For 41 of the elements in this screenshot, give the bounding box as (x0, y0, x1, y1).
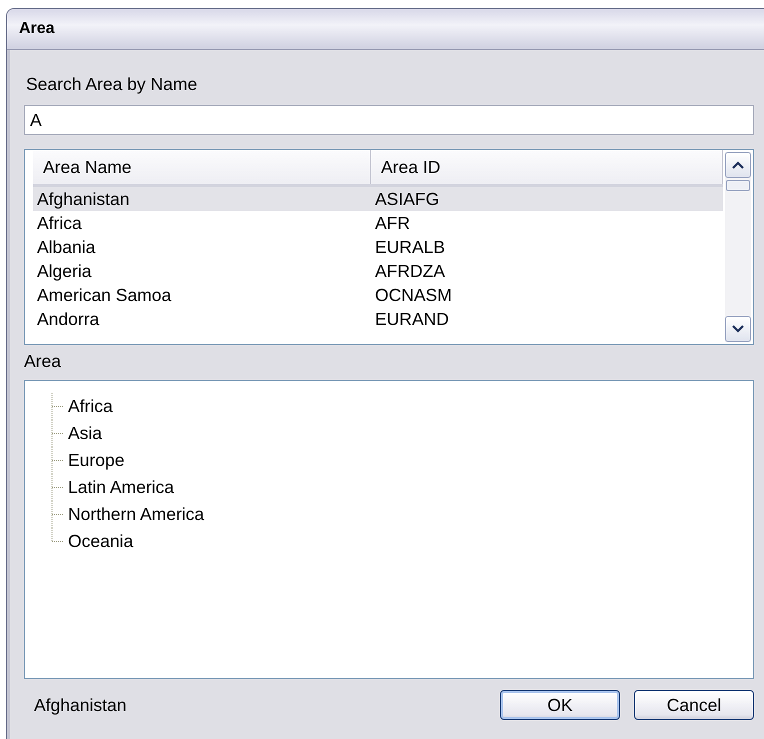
area-id-cell-text: ASIAFG (374, 188, 440, 210)
list-row[interactable]: Albania EURALB (33, 235, 723, 259)
list-row[interactable]: Africa AFR (33, 211, 723, 235)
scroll-thumb[interactable] (726, 180, 750, 191)
tree-line-icon (51, 393, 65, 420)
scrollbar[interactable] (725, 152, 751, 342)
list-row[interactable]: Andorra EURAND (33, 307, 723, 331)
area-name-cell-text: American Samoa (36, 284, 172, 306)
scroll-down-button[interactable] (725, 316, 751, 342)
ok-button[interactable]: OK (500, 690, 620, 720)
list-row[interactable]: Afghanistan ASIAFG (33, 187, 723, 211)
area-name-cell-text: Andorra (36, 308, 100, 330)
column-header[interactable]: Area ID (371, 150, 723, 184)
area-name-cell-text: Afghanistan (36, 188, 130, 210)
area-id-cell-text: OCNASM (374, 284, 453, 306)
area-id-cell-text: EURAND (374, 308, 450, 330)
area-id-cell-text: EURALB (374, 236, 446, 258)
tree-item[interactable]: Northern America (65, 504, 204, 525)
scroll-up-button[interactable] (725, 152, 751, 178)
column-header[interactable]: Area Name (33, 150, 371, 184)
tree-line-icon (51, 474, 65, 501)
area-id-cell-text: AFRDZA (374, 260, 446, 282)
area-name-cell-text: Albania (36, 236, 96, 258)
tree-line-icon (51, 447, 65, 474)
tree-item[interactable]: Asia (65, 423, 102, 444)
tree-item[interactable]: Latin America (65, 477, 174, 498)
list-row[interactable]: American Samoa OCNASM (33, 283, 723, 307)
tree-item[interactable]: Europe (65, 450, 124, 471)
window-title: Area (19, 20, 55, 38)
tree-line-icon (51, 420, 65, 447)
tree-label: Area (24, 350, 62, 372)
selected-area-text: Afghanistan (33, 694, 128, 716)
cancel-button[interactable]: Cancel (634, 690, 754, 720)
search-label: Search Area by Name (25, 73, 198, 96)
area-name-cell-text: Africa (36, 212, 83, 234)
tree-item[interactable]: Oceania (65, 531, 134, 552)
search-field[interactable]: A (24, 105, 754, 135)
area-id-cell-text: AFR (374, 212, 411, 234)
tree-item[interactable]: Africa (65, 396, 113, 417)
area-name-cell-text: Algeria (36, 260, 92, 282)
list-row[interactable]: Algeria AFRDZA (33, 259, 723, 283)
